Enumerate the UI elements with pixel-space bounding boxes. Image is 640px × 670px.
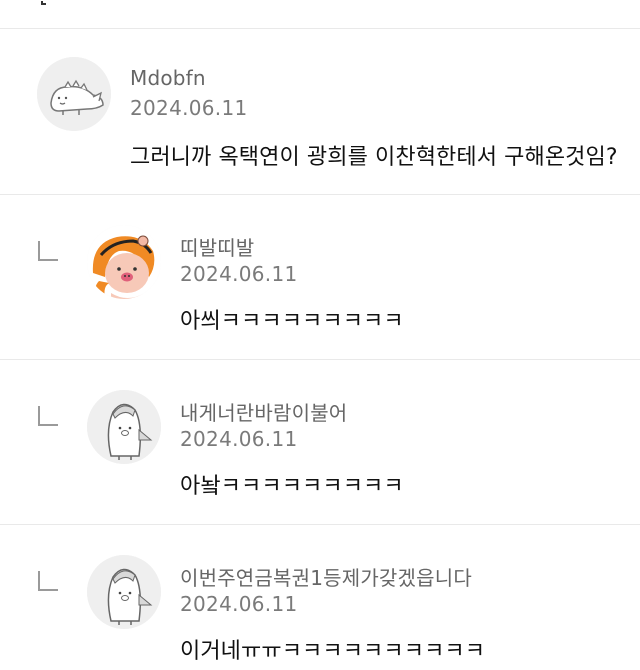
- reply-text: 이거네ㅠㅠㅋㅋㅋㅋㅋㅋㅋㅋㅋㅋ: [180, 639, 486, 664]
- reply-item: 띠발띠발 2024.06.11 아씌ㅋㅋㅋㅋㅋㅋㅋㅋㅋ: [0, 195, 640, 359]
- reply-nickname[interactable]: 내게너란바람이불어: [180, 397, 347, 426]
- reply-date: 2024.06.11: [180, 592, 298, 616]
- dinosaur-avatar[interactable]: [37, 57, 111, 131]
- reply-nickname[interactable]: 이번주연금복권1등제가갖겠읍니다: [180, 562, 472, 591]
- penguin-avatar[interactable]: [87, 555, 161, 629]
- reply-arrow-icon: [38, 571, 58, 591]
- orange-hair-bear-avatar[interactable]: [87, 225, 161, 299]
- reply-date: 2024.06.11: [180, 427, 298, 451]
- comment-item: Mdobfn 2024.06.11 그러니까 옥택연이 광희를 이찬혁한테서 구…: [0, 29, 640, 194]
- penguin-avatar[interactable]: [87, 390, 161, 464]
- comment-text: 그러니까 옥택연이 광희를 이찬혁한테서 구해온것임?: [130, 145, 618, 170]
- reply-date: 2024.06.11: [180, 262, 298, 286]
- reply-item: 내게너란바람이불어 2024.06.11 아놬ㅋㅋㅋㅋㅋㅋㅋㅋㅋ: [0, 360, 640, 524]
- reply-item: 이번주연금복권1등제가갖겠읍니다 2024.06.11 이거네ㅠㅠㅋㅋㅋㅋㅋㅋㅋ…: [0, 525, 640, 670]
- reply-text: 아놬ㅋㅋㅋㅋㅋㅋㅋㅋㅋ: [180, 474, 404, 499]
- reply-nickname[interactable]: 띠발띠발: [180, 232, 254, 261]
- comment-nickname[interactable]: Mdobfn: [130, 66, 206, 90]
- comment-date: 2024.06.11: [130, 96, 248, 120]
- reply-arrow-icon: [38, 406, 58, 426]
- reply-arrow-icon: [38, 241, 58, 261]
- cut-off-text-fragment: [40, 0, 48, 5]
- reply-text: 아씌ㅋㅋㅋㅋㅋㅋㅋㅋㅋ: [180, 309, 404, 334]
